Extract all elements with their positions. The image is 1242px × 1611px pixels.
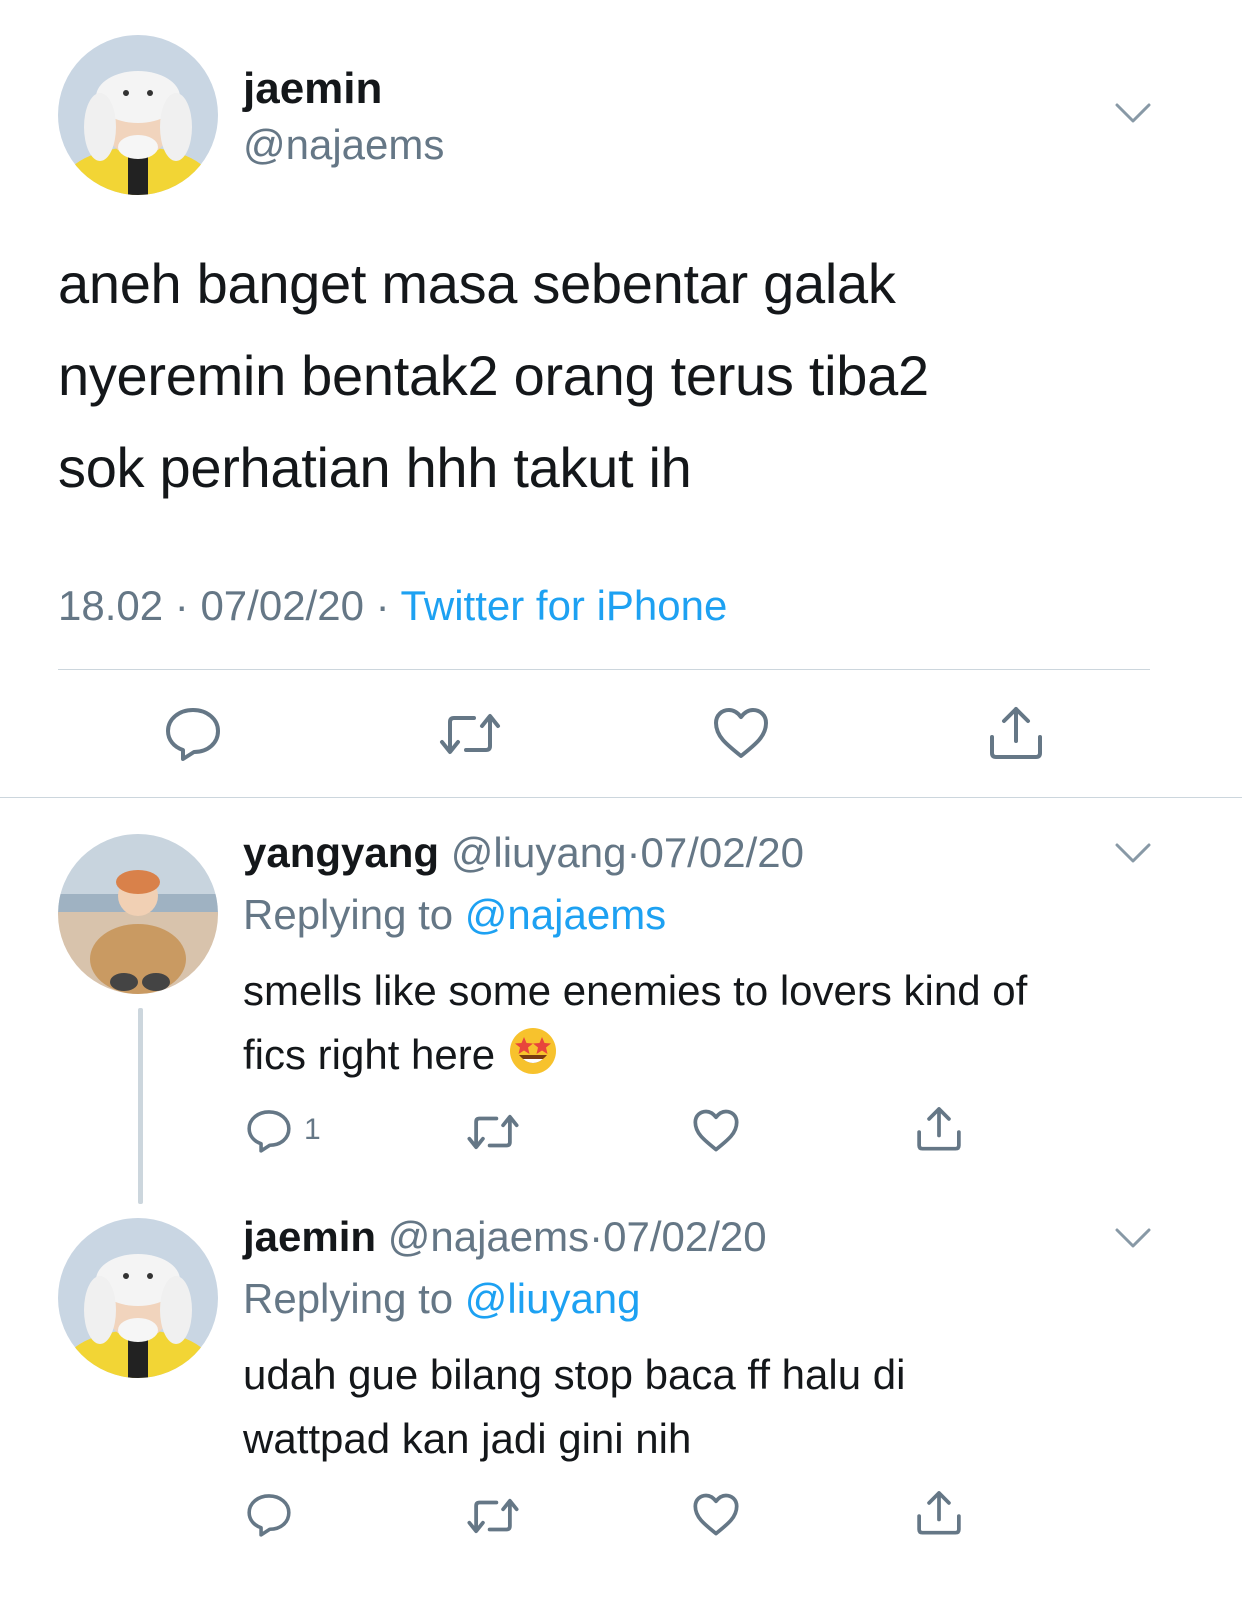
reply-text-line: wattpad kan jadi gini nih [243,1415,692,1462]
like-heart-icon[interactable] [692,1492,740,1537]
tweet-date[interactable]: 07/02/20 [640,829,804,876]
reply-icon[interactable] [246,1492,292,1538]
replying-to: Replying to @najaems [243,891,666,939]
chevron-down-icon[interactable] [1114,840,1152,866]
reply-count: 1 [304,1113,321,1146]
tweet-date[interactable]: 07/02/20 [603,1213,767,1260]
reply-header: jaemin @najaems·07/02/20 [243,1213,767,1261]
avatar-jaemin[interactable] [58,1218,218,1378]
like-heart-icon[interactable] [712,706,770,760]
replying-prefix: Replying to [243,891,454,938]
mention-link[interactable]: @liuyang [465,1275,641,1322]
avatar-yangyang[interactable] [58,834,218,994]
thread-line [138,1008,143,1204]
avatar-jaemin[interactable] [58,35,218,195]
reply-text-line: fics right here [243,1023,1203,1095]
reply-text-line: smells like some enemies to lovers kind … [243,967,1028,1014]
meta-separator: · [626,829,641,876]
reply-header: yangyang @liuyang·07/02/20 [243,829,804,877]
author-name[interactable]: jaemin [243,64,382,114]
tweet-text-line: aneh banget masa sebentar galak [58,252,896,315]
meta-separator: · [174,582,189,629]
author-handle[interactable]: @liuyang [451,829,627,876]
reply-text-line: udah gue bilang stop baca ff halu di [243,1351,906,1398]
retweet-icon[interactable] [466,1110,520,1154]
divider [0,797,1242,798]
reply-icon[interactable] [164,706,222,762]
meta-separator: · [589,1213,604,1260]
tweet-date[interactable]: 07/02/20 [200,582,364,629]
share-icon[interactable] [986,703,1046,761]
like-heart-icon[interactable] [692,1108,740,1153]
author-handle[interactable]: @najaems [388,1213,589,1260]
tweet-meta: 18.02 · 07/02/20 · Twitter for iPhone [58,582,727,630]
reply-text: udah gue bilang stop baca ff halu di wat… [243,1343,1203,1471]
reply-text: smells like some enemies to lovers kind … [243,959,1203,1095]
tweet-time: 18.02 [58,582,164,629]
reply-text-line-content: fics right here [243,1031,496,1078]
retweet-icon[interactable] [438,708,502,760]
divider [58,669,1150,670]
replying-prefix: Replying to [243,1275,454,1322]
share-icon[interactable] [914,1104,964,1152]
tweet-source-link[interactable]: Twitter for iPhone [401,582,728,629]
tweet-text: aneh banget masa sebentar galak nyeremin… [58,238,1208,514]
author-handle[interactable]: @najaems [243,121,444,169]
retweet-icon[interactable] [466,1494,520,1538]
tweet-text-line: nyeremin bentak2 orang terus tiba2 [58,344,929,407]
author-name[interactable]: jaemin [243,1213,376,1260]
tweet-text-line: sok perhatian hhh takut ih [58,436,692,499]
meta-separator: · [375,582,390,629]
replying-to: Replying to @liuyang [243,1275,641,1323]
author-name[interactable]: yangyang [243,829,439,876]
chevron-down-icon[interactable] [1114,1225,1152,1251]
star-struck-emoji-icon [507,1025,559,1095]
reply-icon[interactable] [246,1108,292,1154]
share-icon[interactable] [914,1488,964,1536]
mention-link[interactable]: @najaems [465,891,666,938]
chevron-down-icon[interactable] [1114,100,1152,126]
